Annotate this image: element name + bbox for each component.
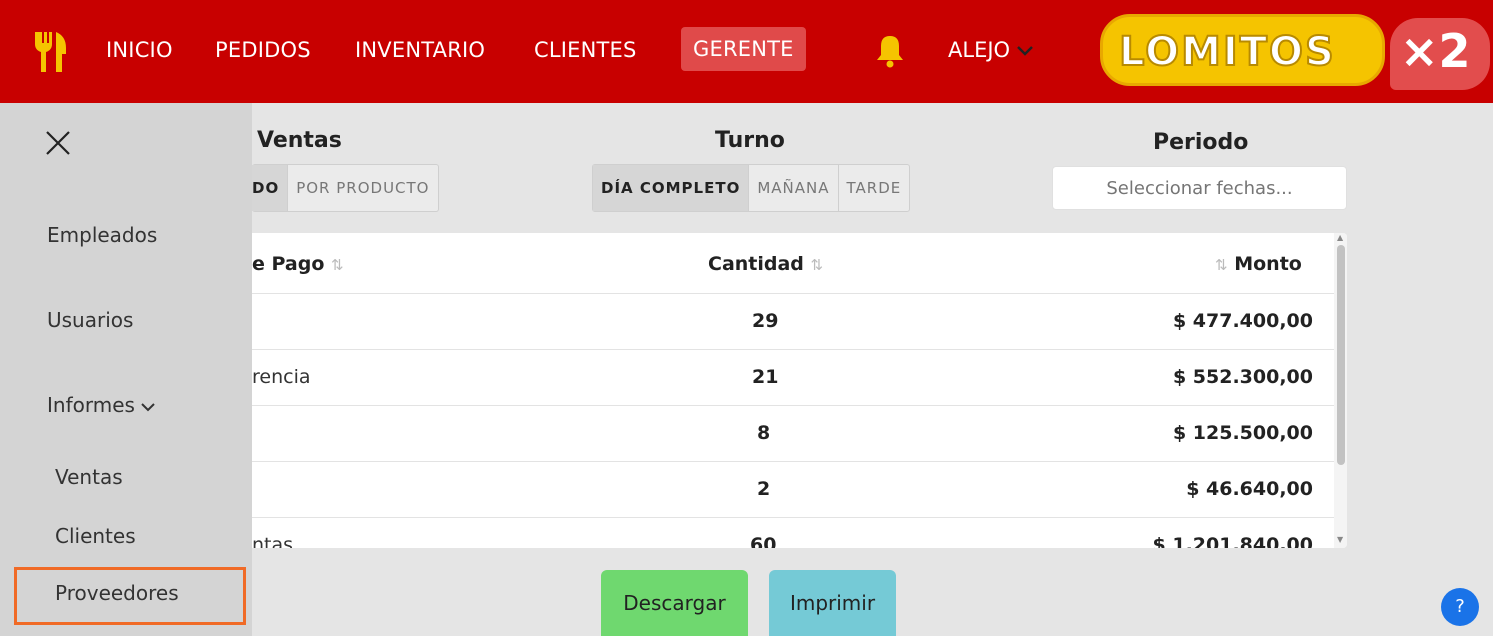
chevron-down-icon [141, 403, 156, 412]
table-cell-amount: $ 477.400,00 [1172, 310, 1313, 332]
user-menu[interactable]: ALEJO [948, 38, 1034, 62]
sort-icon: ⇅ [331, 256, 344, 274]
table-scrollbar[interactable]: ▲ ▼ [1334, 233, 1347, 548]
turno-option-tarde[interactable]: TARDE [839, 165, 910, 211]
table-cell-qty: 29 [752, 310, 779, 332]
fork-knife-icon[interactable] [32, 32, 66, 72]
report-table: e Pago ⇅ Cantidad ⇅ ⇅ Monto 29 $ 477.400… [252, 233, 1347, 548]
ventas-option-por-producto[interactable]: POR PRODUCTO [288, 165, 437, 211]
sidebar-item-label: Informes [47, 393, 135, 417]
brand-pill: LOMITOS [1100, 14, 1385, 86]
date-range-input[interactable] [1052, 166, 1347, 210]
brand-x2-text: ×2 [1400, 24, 1471, 78]
ventas-option-0[interactable]: DO [252, 165, 289, 211]
row-divider [252, 293, 1334, 294]
column-header-cantidad[interactable]: Cantidad ⇅ [708, 253, 823, 275]
sidebar-item-usuarios[interactable]: Usuarios [47, 308, 133, 332]
table-cell-qty: 8 [757, 422, 771, 444]
sidebar-subitem-ventas[interactable]: Ventas [55, 465, 123, 489]
help-icon[interactable]: ? [1441, 588, 1479, 626]
close-icon[interactable] [44, 129, 72, 157]
sidebar-subitem-clientes[interactable]: Clientes [55, 524, 136, 548]
table-cell-qty: 2 [757, 478, 771, 500]
column-header-monto[interactable]: ⇅ Monto [1215, 253, 1302, 275]
top-navbar: INICIO PEDIDOS INVENTARIO CLIENTES GEREN… [0, 0, 1493, 103]
sidebar-item-empleados[interactable]: Empleados [47, 223, 157, 247]
table-cell-qty: 60 [750, 534, 777, 548]
periodo-title: Periodo [1153, 130, 1249, 155]
column-header-label: e Pago [252, 253, 325, 275]
sort-icon: ⇅ [810, 256, 824, 274]
turno-title: Turno [715, 128, 785, 153]
nav-clientes[interactable]: CLIENTES [534, 38, 637, 62]
nav-inventario[interactable]: INVENTARIO [355, 38, 485, 62]
row-divider [252, 517, 1334, 518]
sort-icon: ⇅ [1215, 256, 1228, 274]
print-button[interactable]: Imprimir [769, 570, 896, 636]
turno-option-dia-completo[interactable]: DÍA COMPLETO [593, 165, 750, 211]
user-name: ALEJO [948, 38, 1011, 62]
sidebar: Empleados Usuarios Informes Ventas Clien… [0, 103, 252, 636]
table-cell-amount: $ 552.300,00 [1172, 366, 1313, 388]
column-header-label: Cantidad [708, 253, 804, 275]
nav-pedidos[interactable]: PEDIDOS [215, 38, 311, 62]
ventas-segmented: DO POR PRODUCTO [252, 164, 439, 212]
table-cell-amount: $ 125.500,00 [1172, 422, 1313, 444]
scroll-up-icon[interactable]: ▲ [1337, 233, 1343, 242]
row-divider [252, 405, 1334, 406]
table-cell-method: rencia [252, 366, 311, 388]
turno-segmented: DÍA COMPLETO MAÑANA TARDE [592, 164, 911, 212]
scroll-down-icon[interactable]: ▼ [1337, 535, 1343, 544]
table-cell-amount: $ 46.640,00 [1186, 478, 1313, 500]
ventas-title: Ventas [257, 128, 342, 153]
brand-logo: LOMITOS ×2 [1100, 14, 1493, 92]
row-divider [252, 349, 1334, 350]
row-divider [252, 461, 1334, 462]
chevron-down-icon [1017, 46, 1033, 56]
column-header-label: Monto [1234, 253, 1302, 275]
nav-inicio[interactable]: INICIO [106, 38, 173, 62]
bell-icon[interactable] [875, 34, 905, 68]
table-cell-amount: $ 1.201.840,00 [1152, 534, 1313, 548]
table-cell-method: ntas [252, 534, 294, 548]
table-cell-qty: 21 [752, 366, 779, 388]
column-header-pago[interactable]: e Pago ⇅ [252, 253, 344, 275]
sidebar-item-informes[interactable]: Informes [47, 393, 156, 417]
brand-x2-badge: ×2 [1390, 18, 1490, 90]
download-button[interactable]: Descargar [601, 570, 748, 636]
scroll-thumb[interactable] [1337, 245, 1345, 465]
brand-text: LOMITOS [1118, 28, 1336, 76]
sidebar-subitem-proveedores[interactable]: Proveedores [14, 567, 246, 625]
nav-gerente[interactable]: GERENTE [681, 27, 806, 71]
turno-option-manana[interactable]: MAÑANA [749, 165, 839, 211]
